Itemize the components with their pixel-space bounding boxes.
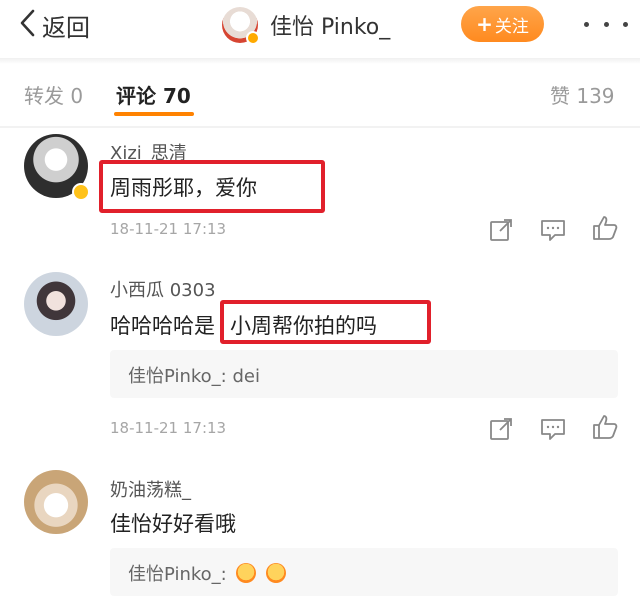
comment-text: 周雨彤耶，爱你 xyxy=(110,176,257,200)
profile-name[interactable]: 佳怡 Pinko_ xyxy=(270,9,390,41)
share-icon xyxy=(488,219,514,247)
back-label: 返回 xyxy=(42,13,90,42)
verified-badge-icon xyxy=(246,31,260,45)
avatar[interactable] xyxy=(222,7,260,45)
reply-preview[interactable]: 佳怡Pinko_: dei xyxy=(110,350,618,398)
more-options-button[interactable] xyxy=(584,10,628,38)
comment-time: 18-11-21 17:13 xyxy=(110,419,227,437)
verified-badge-icon xyxy=(72,183,90,201)
header-divider xyxy=(0,58,640,64)
tabs-divider xyxy=(0,126,640,128)
reply-preview[interactable]: 佳怡Pinko_: xyxy=(110,548,618,596)
comment-text: 佳怡好好看哦 xyxy=(110,512,236,536)
emoji-icon xyxy=(266,563,287,583)
like-button[interactable] xyxy=(592,215,618,241)
profile-header[interactable]: 佳怡 Pinko_ xyxy=(222,6,390,45)
reply-text: 佳怡Pinko_: dei xyxy=(128,366,260,387)
thumbs-up-icon xyxy=(592,415,618,444)
more-dots-icon xyxy=(584,21,589,27)
thumbs-up-icon xyxy=(592,216,618,245)
comment-username[interactable]: 奶油荡糕_ xyxy=(110,476,191,502)
share-icon xyxy=(488,418,514,446)
back-button[interactable]: 返回 xyxy=(18,8,90,42)
active-tab-indicator xyxy=(114,112,194,116)
avatar[interactable] xyxy=(24,470,88,534)
comment-bubble-icon xyxy=(540,220,566,247)
emoji-icon xyxy=(236,563,257,583)
comment-button[interactable] xyxy=(540,416,566,442)
plus-icon: + xyxy=(476,12,493,36)
comment-text-highlight: 小周帮你拍的吗 xyxy=(230,314,377,338)
chevron-left-icon xyxy=(18,8,36,42)
like-button[interactable] xyxy=(592,414,618,440)
avatar[interactable] xyxy=(24,272,88,336)
tab-bar: 转发 0 评论 70 赞 139 xyxy=(0,66,640,126)
comment-bubble-icon xyxy=(540,419,566,446)
tab-like[interactable]: 赞 139 xyxy=(550,80,615,109)
reply-line: 佳怡Pinko_: xyxy=(128,560,287,586)
tab-comment[interactable]: 评论 70 xyxy=(116,80,191,109)
more-dots-icon-3 xyxy=(623,21,628,27)
comment-username[interactable]: 小西瓜 0303 xyxy=(110,276,216,302)
reply-text: 佳怡Pinko_: xyxy=(128,564,227,585)
comment-text-prefix: 哈哈哈哈是 xyxy=(110,314,215,338)
share-button[interactable] xyxy=(488,416,514,442)
share-button[interactable] xyxy=(488,217,514,243)
comment-button[interactable] xyxy=(540,217,566,243)
more-dots-icon-2 xyxy=(603,21,609,27)
comment-time: 18-11-21 17:13 xyxy=(110,220,227,238)
follow-button[interactable]: + 关注 xyxy=(461,6,544,42)
top-bar: 返回 佳怡 Pinko_ + 关注 xyxy=(0,0,640,58)
tab-repost[interactable]: 转发 0 xyxy=(24,80,83,109)
follow-label: 关注 xyxy=(494,16,529,37)
